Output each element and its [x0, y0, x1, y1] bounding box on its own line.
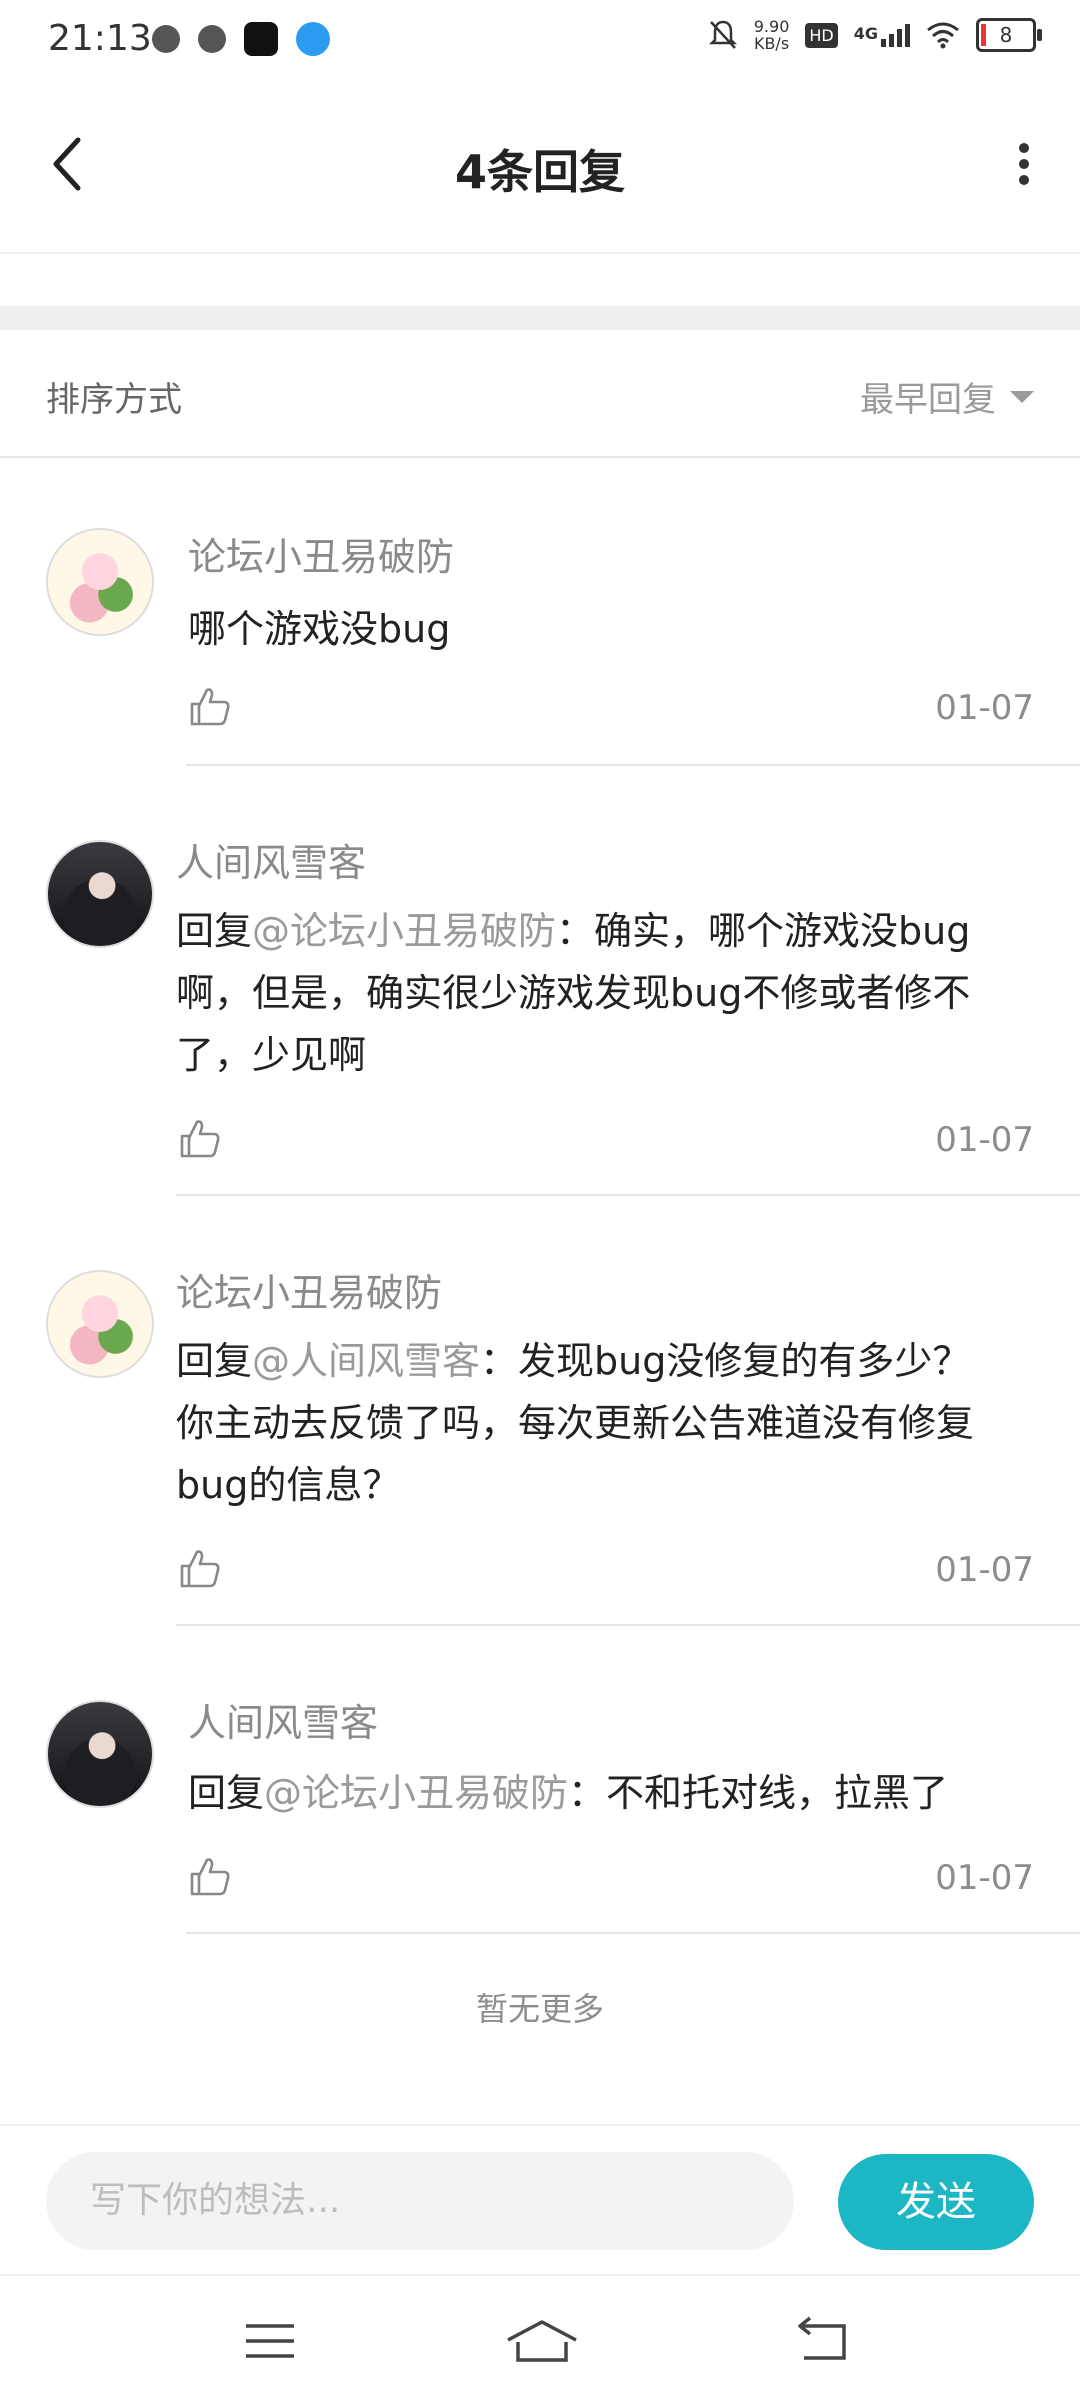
comment-text: 回复@论坛小丑易破防：确实，哪个游戏没bug啊，但是，确实很少游戏发现bug不修…: [176, 900, 1006, 1086]
net-speed-value: 9.90: [753, 17, 790, 36]
signal-group: 4G: [853, 23, 910, 47]
net-speed-unit: KB/s: [753, 34, 790, 53]
comment-item: 人间风雪客 回复@论坛小丑易破防：确实，哪个游戏没bug啊，但是，确实很少游戏发…: [0, 768, 1080, 1198]
avatar[interactable]: [46, 840, 154, 948]
comment-separator: [176, 1194, 1080, 1196]
thumbs-up-icon[interactable]: [178, 1546, 222, 1590]
avatar[interactable]: [46, 1700, 154, 1808]
back-icon[interactable]: [794, 2316, 854, 2366]
thumbs-up-icon[interactable]: [188, 1854, 232, 1898]
avatar[interactable]: [46, 528, 154, 636]
comment-separator: [186, 1932, 1080, 1934]
network-type: 4G: [853, 23, 878, 43]
sort-value: 最早回复: [860, 380, 996, 420]
more-vertical-icon[interactable]: [1004, 128, 1044, 200]
mute-bell-icon: [708, 20, 737, 49]
sort-dropdown[interactable]: 最早回复: [860, 372, 1034, 421]
reply-prefix: 回复: [188, 1771, 265, 1815]
tiktok-icon: [244, 22, 278, 56]
comment-body: 哪个游戏没bug: [188, 607, 451, 651]
comment-username[interactable]: 论坛小丑易破防: [176, 1262, 442, 1317]
caret-down-icon: [1010, 390, 1034, 403]
status-bar: 21:13 9.90 KB/s HD 4G 8: [0, 0, 1080, 84]
comment-item: 人间风雪客 回复@论坛小丑易破防：不和托对线，拉黑了 01-07: [0, 1628, 1080, 1938]
home-icon[interactable]: [502, 2316, 582, 2366]
notification-icons: [152, 22, 330, 56]
reply-prefix: 回复: [176, 909, 253, 953]
comment-body: ：不和托对线，拉黑了: [568, 1771, 949, 1815]
wifi-icon: [927, 22, 959, 49]
system-nav-bar: [0, 2274, 1080, 2402]
avatar[interactable]: [46, 1270, 154, 1378]
comment-text: 回复@论坛小丑易破防：不和托对线，拉黑了: [188, 1762, 1018, 1824]
comment-item: 论坛小丑易破防 哪个游戏没bug 01-07: [0, 456, 1080, 768]
send-button[interactable]: 发送: [838, 2154, 1034, 2250]
comment-username[interactable]: 人间风雪客: [188, 1692, 378, 1747]
menu-icon[interactable]: [240, 2316, 300, 2366]
comment-text: 回复@人间风雪客：发现bug没修复的有多少？你主动去反馈了吗，每次更新公告难道没…: [176, 1330, 1006, 1516]
page-title: 4条回复: [454, 145, 625, 199]
comment-date: 01-07: [935, 1550, 1034, 1590]
thumbs-up-icon[interactable]: [178, 1116, 222, 1160]
hd-badge: HD: [805, 22, 838, 48]
reply-prefix: 回复: [176, 1339, 253, 1383]
section-divider: [0, 306, 1080, 330]
signal-bar: [881, 38, 886, 47]
status-time: 21:13: [48, 18, 152, 59]
battery-level: 8: [999, 23, 1013, 47]
sort-row: 排序方式 最早回复: [0, 330, 1080, 458]
mention-link[interactable]: @论坛小丑易破防: [252, 909, 556, 953]
sort-label: 排序方式: [46, 380, 182, 420]
reply-input-bar: 写下你的想法... 发送: [0, 2124, 1080, 2276]
no-more-label: 暂无更多: [475, 1990, 604, 2028]
comment-username[interactable]: 人间风雪客: [176, 832, 366, 887]
signal-bar: [897, 28, 902, 47]
comment-separator: [186, 764, 1080, 766]
reply-input[interactable]: 写下你的想法...: [46, 2152, 794, 2250]
thumbs-up-icon[interactable]: [188, 684, 232, 728]
music-icon: [198, 25, 226, 53]
bilibili-icon: [152, 25, 180, 53]
browser-icon: [296, 22, 330, 56]
battery-icon: 8: [976, 18, 1042, 52]
comment-item: 论坛小丑易破防 回复@人间风雪客：发现bug没修复的有多少？你主动去反馈了吗，每…: [0, 1198, 1080, 1628]
comment-username[interactable]: 论坛小丑易破防: [188, 526, 454, 581]
comment-date: 01-07: [935, 1858, 1034, 1898]
status-right-group: 9.90 KB/s HD 4G 8: [708, 18, 1042, 52]
header: 4条回复: [0, 84, 1080, 254]
net-speed: 9.90 KB/s: [754, 18, 790, 52]
mention-link[interactable]: @论坛小丑易破防: [264, 1771, 568, 1815]
mention-link[interactable]: @人间风雪客: [252, 1339, 480, 1383]
comment-date: 01-07: [935, 688, 1034, 728]
reply-input-placeholder: 写下你的想法...: [90, 2180, 341, 2221]
comment-text: 哪个游戏没bug: [188, 598, 1018, 660]
comment-separator: [176, 1624, 1080, 1626]
comment-date: 01-07: [935, 1120, 1034, 1160]
signal-bar: [905, 23, 910, 47]
signal-bar: [889, 33, 894, 47]
